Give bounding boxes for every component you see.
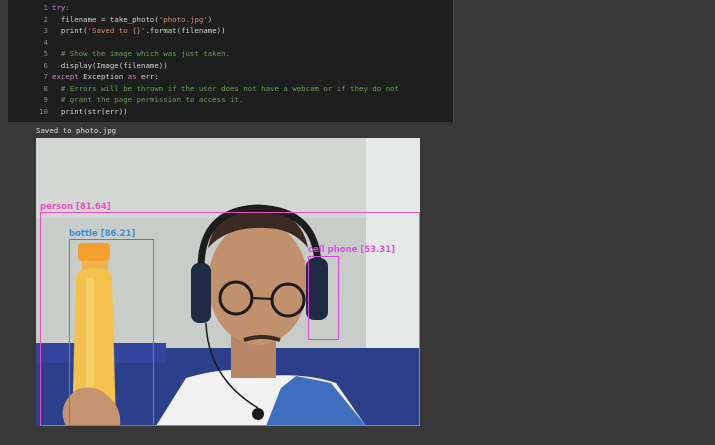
code-text: # Show the image which was just taken. [52,49,230,58]
code-text: display(Image(filename)) [52,60,168,70]
line-number: 5 [43,49,48,58]
code-editor[interactable]: 1 try: 2 filename = take_photo('photo.jpg'… [8,0,454,122]
line-number: 6 [43,60,48,70]
code-text: except Exception as err: [52,72,159,81]
code-text: try: [52,3,70,12]
code-line[interactable]: 9 # grant the page permission to access … [8,94,453,106]
line-number: 4 [43,37,48,47]
code-text: # Errors will be thrown if the user does… [52,83,400,93]
line-number: 3 [43,26,48,35]
code-line[interactable]: 3 print('Saved to {}'.format(filename)) [8,25,453,37]
code-line[interactable]: 5 # Show the image which was just taken. [8,48,453,60]
detection-box-bottle [69,239,154,426]
output-text: Saved to photo.jpg [36,126,117,135]
line-number: 8 [43,83,48,93]
code-line[interactable]: 1 try: [8,2,453,14]
detection-label-bottle: bottle [86.21] [69,229,136,239]
code-cell: [ ] 1try:2 filename = take_photo('photo.… [0,0,715,122]
code-text: print('Saved to {}'.format(filename)) [52,26,226,35]
line-number: 1 [43,3,48,12]
code-line[interactable]: 8 # Errors will be thrown if the user do… [8,83,453,95]
code-line[interactable]: 10 print(str(err)) [8,106,453,118]
line-number: 2 [43,14,48,24]
line-number: 10 [39,106,48,116]
line-number: 9 [43,95,48,104]
code-line[interactable]: 7 except Exception as err: [8,71,453,83]
detection-box-cell-phone [308,256,339,340]
code-text: print(str(err)) [52,106,128,116]
code-text: filename = take_photo('photo.jpg') [52,14,213,24]
detection-label-cell-phone: cell phone [53.31] [308,245,395,255]
webcam-photo: person [81.64] bottle [86.21] cell phone… [36,138,420,426]
code-text: # grant the page permission to access it… [52,95,244,104]
line-number: 7 [43,72,48,81]
code-line[interactable]: 2 filename = take_photo('photo.jpg') [8,14,453,26]
code-line[interactable]: 6 display(Image(filename)) [8,60,453,72]
code-line[interactable]: 4 [8,37,453,49]
detection-label-person: person [81.64] [40,202,111,212]
